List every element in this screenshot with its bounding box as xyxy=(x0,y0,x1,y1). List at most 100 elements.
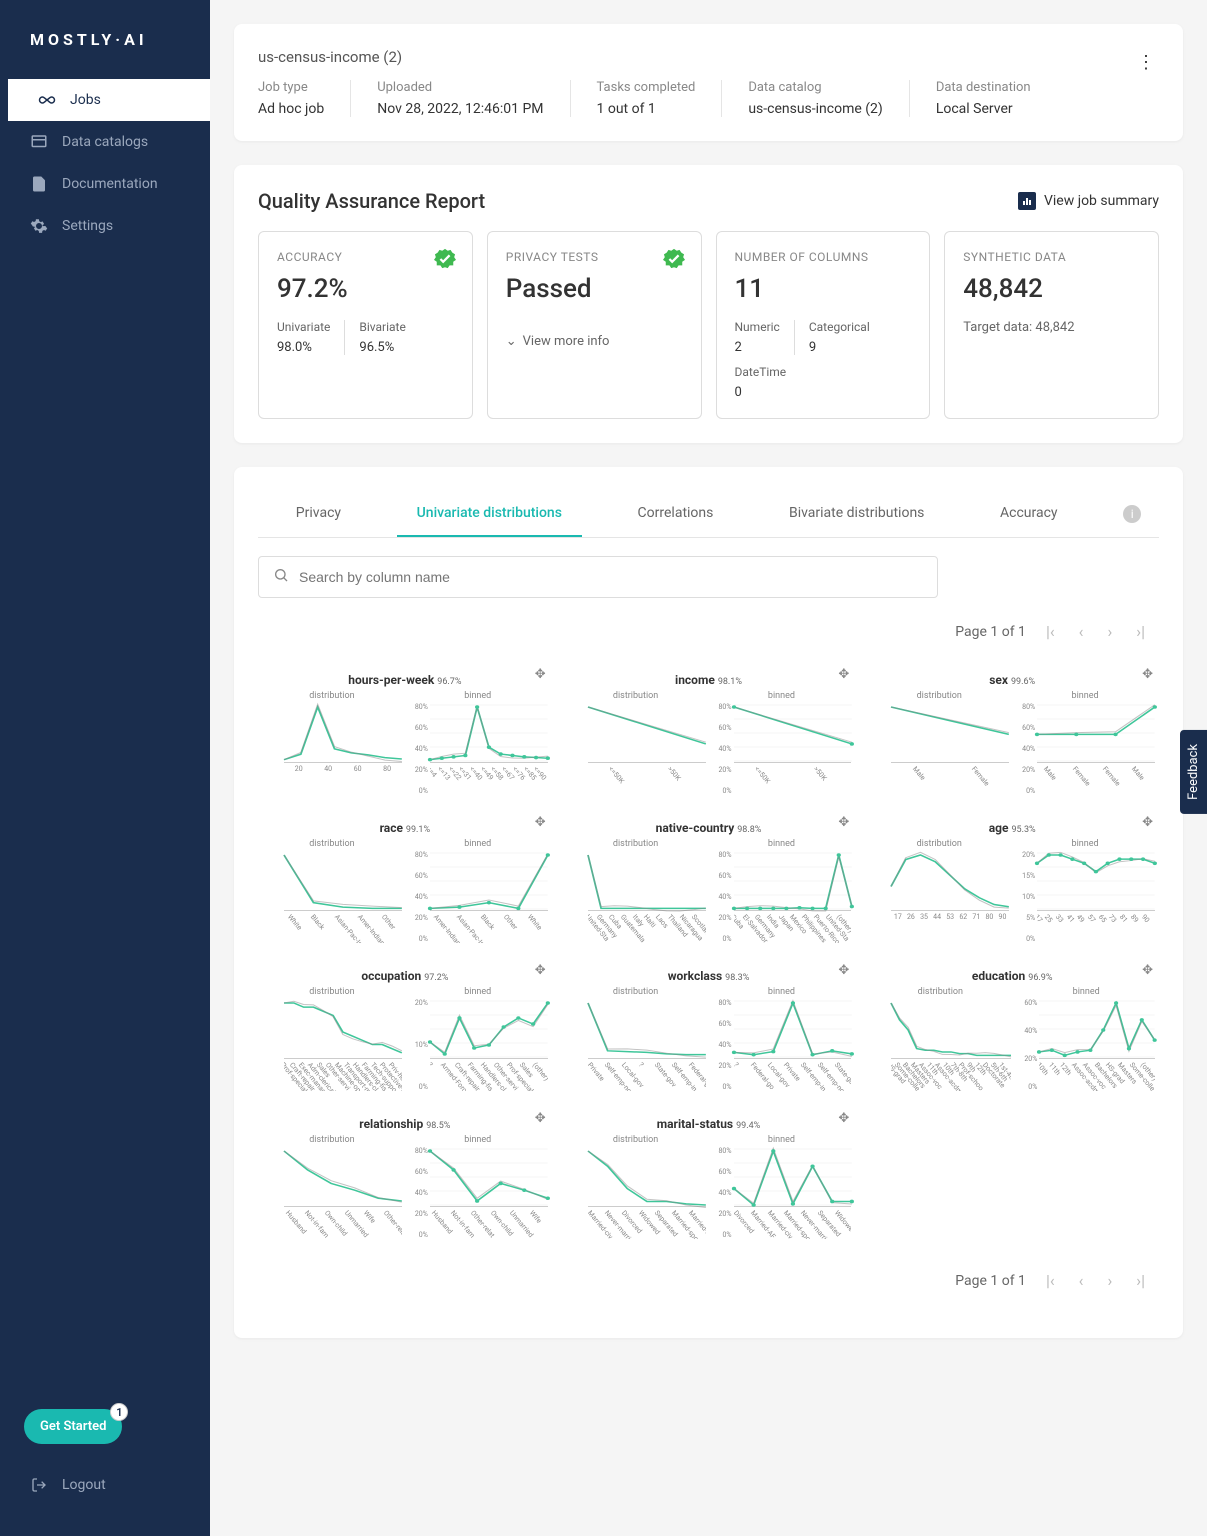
first-page-icon[interactable]: |‹ xyxy=(1042,618,1059,645)
logout-icon xyxy=(30,1476,48,1494)
expand-icon[interactable]: ✥ xyxy=(838,815,849,830)
sub-chart-label: distribution xyxy=(869,691,1009,701)
chart-workclass: ✥workclass 98.3%distributionPrivateSelf-… xyxy=(562,961,856,1099)
chart-hours-per-week: ✥hours-per-week 96.7%distribution2040608… xyxy=(258,665,552,803)
expand-icon[interactable]: ✥ xyxy=(535,667,546,682)
sub-chart-label: binned xyxy=(712,987,852,997)
get-started-button[interactable]: Get Started 1 xyxy=(24,1409,122,1444)
search-box[interactable] xyxy=(258,556,938,598)
sub-value: 96.5% xyxy=(359,340,405,355)
sub-chart-label: distribution xyxy=(262,987,402,997)
sub-chart-label: distribution xyxy=(566,691,706,701)
sub-value: 2 xyxy=(735,340,780,355)
meta-label: Data destination xyxy=(936,80,1031,95)
meta-value: Nov 28, 2022, 12:46:01 PM xyxy=(377,101,543,117)
sub-label: Univariate xyxy=(277,320,330,334)
kebab-menu-icon[interactable]: ⋮ xyxy=(1133,48,1159,77)
sub-metric: Bivariate 96.5% xyxy=(344,320,419,355)
qa-report-card: Quality Assurance Report View job summar… xyxy=(234,165,1183,443)
metric-value: 48,842 xyxy=(963,274,1140,304)
expand-icon[interactable]: ✥ xyxy=(1142,815,1153,830)
first-page-icon[interactable]: |‹ xyxy=(1042,1267,1059,1294)
catalog-icon xyxy=(30,133,48,151)
search-icon xyxy=(273,567,289,587)
tab-univariate-distributions[interactable]: Univariate distributions xyxy=(397,491,582,537)
expand-icon[interactable]: ✥ xyxy=(535,1111,546,1126)
sidebar-item-label: Data catalogs xyxy=(62,134,148,150)
expand-icon[interactable]: ✥ xyxy=(1142,667,1153,682)
main-content: us-census-income (2) Job typeAd hoc jobU… xyxy=(210,0,1207,1536)
chart-title: race 99.1% xyxy=(262,821,548,835)
info-icon[interactable]: i xyxy=(1123,505,1141,523)
sub-chart-label: distribution xyxy=(262,1135,402,1145)
sub-value: 98.0% xyxy=(277,340,330,355)
meta-label: Uploaded xyxy=(377,80,543,95)
logout-button[interactable]: Logout xyxy=(0,1464,210,1506)
paginator-bottom: Page 1 of 1 |‹ ‹ › ›| xyxy=(258,1247,1159,1314)
last-page-icon[interactable]: ›| xyxy=(1132,618,1149,645)
chart-marital-status: ✥marital-status 99.4%distributionMarried… xyxy=(562,1109,856,1247)
chart-income: ✥income 98.1%distribution<=50K>50Kbinned… xyxy=(562,665,856,803)
get-started-badge: 1 xyxy=(110,1403,128,1421)
expand-icon[interactable]: ✥ xyxy=(535,963,546,978)
sub-chart-label: distribution xyxy=(262,839,402,849)
job-header-card: us-census-income (2) Job typeAd hoc jobU… xyxy=(234,24,1183,141)
sub-chart-label: distribution xyxy=(262,691,402,701)
next-page-icon[interactable]: › xyxy=(1103,618,1116,645)
sidebar-item-data-catalogs[interactable]: Data catalogs xyxy=(0,121,210,163)
chart-title: income 98.1% xyxy=(566,673,852,687)
prev-page-icon[interactable]: ‹ xyxy=(1075,618,1088,645)
tab-accuracy[interactable]: Accuracy xyxy=(980,491,1078,537)
meta-label: Job type xyxy=(258,80,324,95)
chart-age: ✥age 95.3%distribution172635445362718090… xyxy=(865,813,1159,951)
sub-label: Categorical xyxy=(809,320,870,334)
sidebar-item-documentation[interactable]: Documentation xyxy=(0,163,210,205)
chart-race: ✥race 99.1%distributionWhiteBlackAsian-P… xyxy=(258,813,552,951)
sub-value: 9 xyxy=(809,340,870,355)
last-page-icon[interactable]: ›| xyxy=(1132,1267,1149,1294)
view-job-summary-link[interactable]: View job summary xyxy=(1018,192,1159,210)
metric-privacy: PRIVACY TESTS Passed ⌄ View more info xyxy=(487,231,702,419)
logo: MOSTLY·AI xyxy=(0,30,210,79)
sidebar-item-settings[interactable]: Settings xyxy=(0,205,210,247)
sub-label: DateTime xyxy=(735,365,912,379)
sub-chart-label: binned xyxy=(408,839,548,849)
sidebar-item-jobs[interactable]: Jobs xyxy=(5,79,210,121)
chart-title: native-country 98.8% xyxy=(566,821,852,835)
metric-value: Passed xyxy=(506,274,683,304)
chart-native-country: ✥native-country 98.8%distributionUnited-… xyxy=(562,813,856,951)
metric-accuracy: ACCURACY 97.2% Univariate98.0%Bivariate9… xyxy=(258,231,473,419)
document-icon xyxy=(30,175,48,193)
sub-label: Bivariate xyxy=(359,320,405,334)
qa-title: Quality Assurance Report xyxy=(258,189,485,213)
tab-correlations[interactable]: Correlations xyxy=(618,491,734,537)
chart-title: sex 99.6% xyxy=(869,673,1155,687)
meta-value: Local Server xyxy=(936,101,1031,117)
job-meta-item: Tasks completed1 out of 1 xyxy=(570,80,722,117)
sub-chart-label: binned xyxy=(408,691,548,701)
metric-label: PRIVACY TESTS xyxy=(506,250,683,264)
expand-icon[interactable]: ✥ xyxy=(838,667,849,682)
expand-icon[interactable]: ✥ xyxy=(838,963,849,978)
search-input[interactable] xyxy=(299,569,923,585)
expand-icon[interactable]: ✥ xyxy=(1142,963,1153,978)
sub-metric: Univariate 98.0% xyxy=(277,320,344,355)
meta-value: us-census-income (2) xyxy=(748,101,883,117)
paginator-top: Page 1 of 1 |‹ ‹ › ›| xyxy=(258,598,1159,665)
job-meta-item: Data destination Local Server xyxy=(909,80,1057,117)
distributions-card: Privacy Univariate distributions Correlati… xyxy=(234,467,1183,1338)
sub-chart-label: binned xyxy=(408,987,548,997)
check-badge-icon xyxy=(663,248,685,270)
feedback-tab[interactable]: Feedback xyxy=(1180,730,1207,814)
next-page-icon[interactable]: › xyxy=(1103,1267,1116,1294)
sub-chart-label: binned xyxy=(1015,691,1155,701)
meta-value: 1 out of 1 xyxy=(597,101,696,117)
expand-icon[interactable]: ✥ xyxy=(838,1111,849,1126)
tab-bivariate-distributions[interactable]: Bivariate distributions xyxy=(769,491,944,537)
sidebar-item-label: Documentation xyxy=(62,176,158,192)
prev-page-icon[interactable]: ‹ xyxy=(1075,1267,1088,1294)
chart-title: marital-status 99.4% xyxy=(566,1117,852,1131)
tab-privacy[interactable]: Privacy xyxy=(276,491,361,537)
expand-icon[interactable]: ✥ xyxy=(535,815,546,830)
view-more-info-link[interactable]: ⌄ View more info xyxy=(506,334,683,349)
